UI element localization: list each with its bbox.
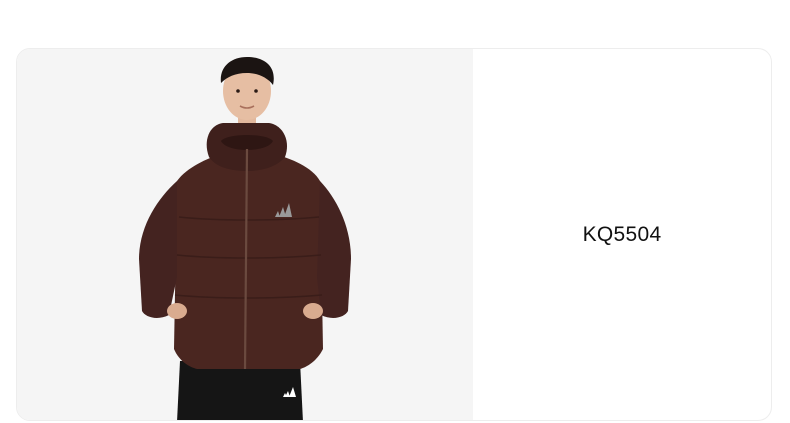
jacket-body bbox=[174, 153, 323, 369]
product-card[interactable]: KQ5504 bbox=[16, 48, 772, 421]
model-wearing-jacket-image bbox=[139, 57, 351, 420]
product-code: KQ5504 bbox=[582, 222, 662, 246]
left-hand bbox=[167, 303, 187, 319]
product-image[interactable] bbox=[17, 49, 473, 420]
pants bbox=[177, 361, 303, 420]
jacket-left-sleeve bbox=[139, 181, 177, 318]
right-hand bbox=[303, 303, 323, 319]
jacket-right-sleeve bbox=[317, 181, 351, 318]
product-info-panel: KQ5504 bbox=[473, 49, 771, 420]
